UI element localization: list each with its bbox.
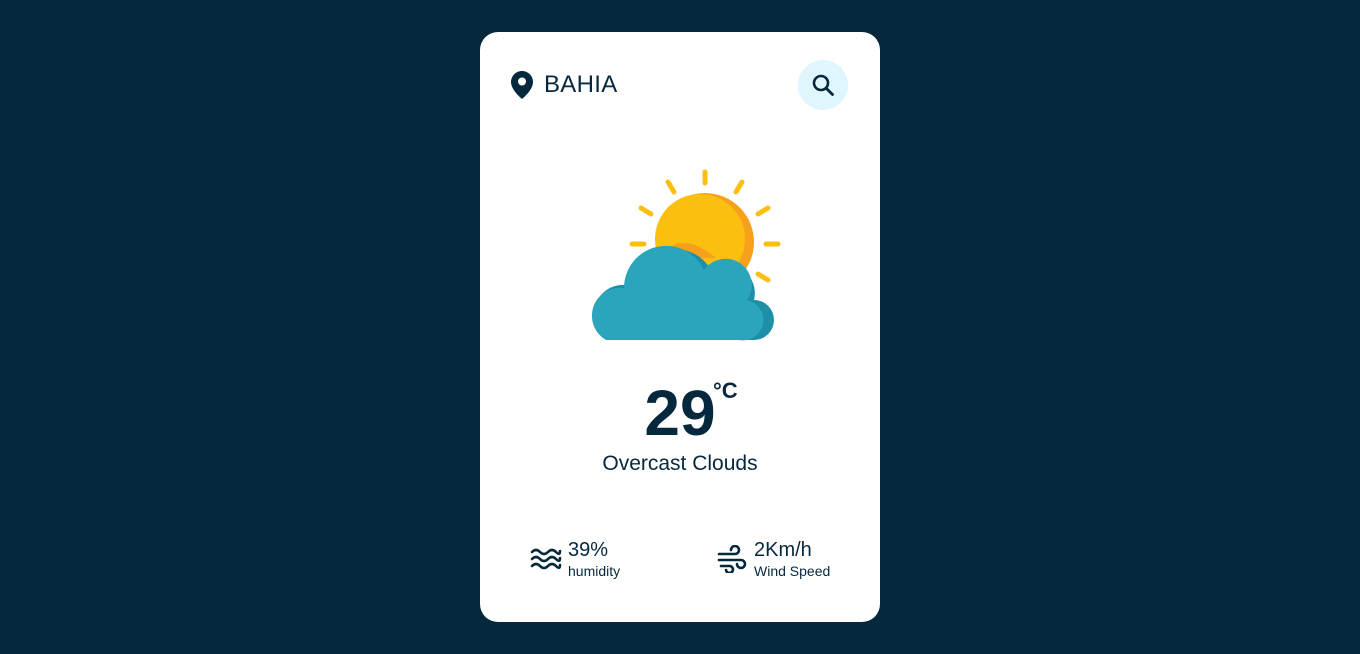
wind-text: 2Km/h Wind Speed: [754, 538, 830, 580]
wind-icon: [716, 544, 748, 574]
humidity-detail: 39% humidity: [530, 538, 620, 580]
wind-value: 2Km/h: [754, 539, 812, 561]
weather-description: Overcast Clouds: [602, 452, 758, 475]
humidity-text: 39% humidity: [568, 538, 620, 580]
city-name: BAHIA: [544, 71, 618, 98]
temperature-unit: °C: [713, 378, 738, 403]
search-icon: [811, 73, 835, 97]
partly-cloudy-icon: [576, 166, 784, 344]
search-button[interactable]: [798, 60, 848, 110]
humidity-label: humidity: [568, 563, 621, 579]
weather-header: BAHIA: [510, 60, 848, 110]
wind-label: Wind Speed: [754, 563, 831, 579]
humidity-value: 39%: [568, 539, 609, 561]
location: BAHIA: [510, 70, 618, 100]
temperature-value: 29: [644, 377, 716, 449]
temperature-block: 29 °C: [480, 378, 880, 448]
map-pin-icon: [510, 70, 534, 100]
humidity-waves-icon: [530, 544, 562, 574]
wind-detail: 2Km/h Wind Speed: [716, 538, 830, 580]
weather-card: BAHIA 29 °C Overcast Clouds 39% humidity…: [480, 32, 880, 622]
